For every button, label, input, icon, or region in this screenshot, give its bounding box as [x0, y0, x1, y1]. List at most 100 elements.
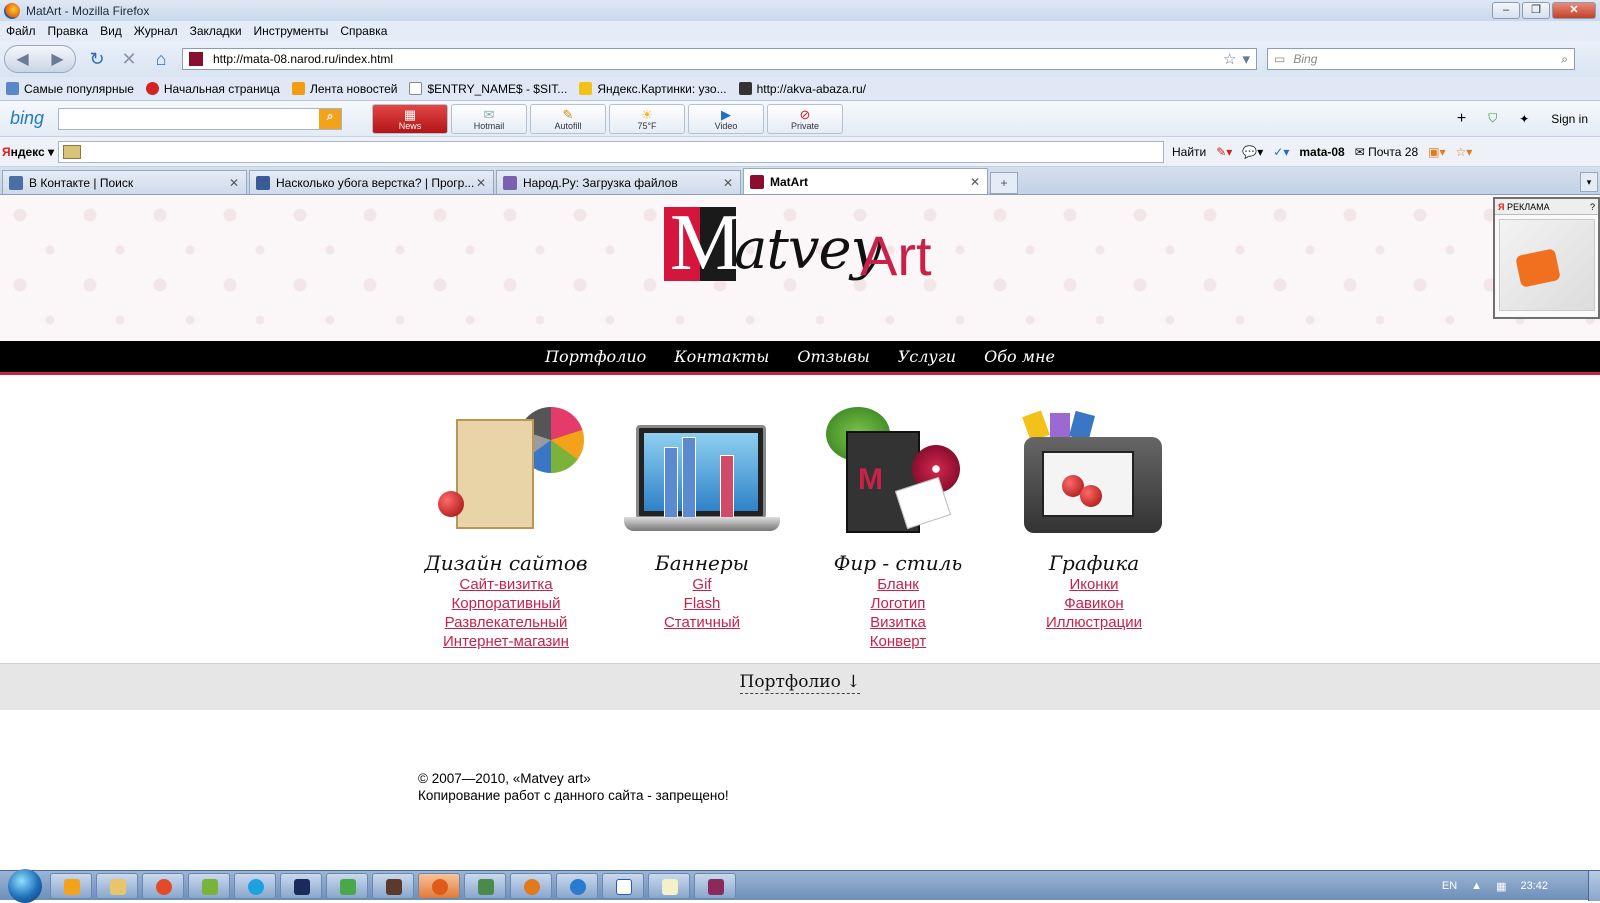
service-link[interactable]: Иконки: [996, 575, 1192, 594]
taskbar-app[interactable]: [372, 872, 414, 899]
nav-reviews[interactable]: Отзывы: [797, 347, 869, 366]
taskbar-media-player[interactable]: [50, 872, 92, 899]
close-tab-icon[interactable]: ✕: [969, 175, 981, 189]
url-text[interactable]: http://mata-08.narod.ru/index.html: [213, 52, 1223, 66]
matveyart-logo[interactable]: M atvey Art: [664, 203, 944, 337]
spellcheck-icon[interactable]: ✓▾: [1273, 145, 1289, 159]
close-window-button[interactable]: ✕: [1552, 2, 1596, 19]
taskbar-skype[interactable]: [234, 872, 276, 899]
taskbar-chrome[interactable]: [142, 872, 184, 899]
wrench-icon[interactable]: ✦: [1519, 112, 1529, 126]
taskbar-firefox[interactable]: [510, 872, 552, 899]
add-button[interactable]: +: [1457, 110, 1466, 128]
address-bar[interactable]: http://mata-08.narod.ru/index.html ☆ ▾: [182, 48, 1257, 70]
service-link[interactable]: Иллюстрации: [996, 613, 1192, 632]
bing-hotmail-button[interactable]: ✉ Hotmail: [451, 103, 527, 134]
taskbar-app[interactable]: [418, 872, 460, 899]
search-icon[interactable]: ⌕: [1561, 52, 1568, 67]
service-link[interactable]: Визитка: [800, 613, 996, 632]
tab-matart[interactable]: MatArt ✕: [743, 168, 988, 194]
yandex-find-button[interactable]: Найти: [1172, 145, 1206, 159]
taskbar-app[interactable]: [464, 872, 506, 899]
tab-vkontakte[interactable]: В Контакте | Поиск ✕: [2, 170, 247, 194]
language-indicator[interactable]: EN: [1442, 880, 1457, 892]
service-link[interactable]: Gif: [604, 575, 800, 594]
bookmark-item[interactable]: Начальная страница: [145, 82, 280, 96]
show-desktop-button[interactable]: [1588, 871, 1600, 901]
service-link[interactable]: Сайт-визитка: [408, 575, 604, 594]
search-engine-icon[interactable]: ▭: [1274, 52, 1285, 66]
yandex-ad-block[interactable]: Я РЕКЛАМА ?: [1493, 197, 1600, 319]
tab-list-button[interactable]: ▾: [1580, 172, 1598, 192]
taskbar-explorer[interactable]: [96, 872, 138, 899]
menu-bookmarks[interactable]: Закладки: [190, 24, 242, 38]
taskbar-app[interactable]: [188, 872, 230, 899]
search-input[interactable]: ▭ Bing ⌕: [1267, 48, 1575, 70]
bing-news-button[interactable]: ▦ News: [372, 103, 448, 134]
back-forward-buttons[interactable]: ◀ ▶: [4, 45, 76, 73]
menu-tools[interactable]: Инструменты: [254, 24, 329, 38]
new-tab-button[interactable]: +: [990, 172, 1018, 194]
maximize-button[interactable]: ❐: [1522, 2, 1550, 19]
taskbar-winrar[interactable]: [694, 872, 736, 899]
tray-arrow-icon[interactable]: ▲: [1471, 880, 1482, 892]
taskbar-photoshop[interactable]: [280, 872, 322, 899]
bookmark-item[interactable]: http://akva-abaza.ru/: [738, 82, 866, 96]
bag-icon[interactable]: ▣▾: [1428, 145, 1445, 159]
close-tab-icon[interactable]: ✕: [228, 176, 240, 190]
yandex-user[interactable]: mata-08: [1299, 145, 1344, 159]
bing-weather-button[interactable]: ☀ 75°F: [609, 103, 685, 134]
back-arrow-icon[interactable]: ◀: [16, 49, 28, 69]
taskbar-notepad[interactable]: [648, 872, 690, 899]
tab-narod[interactable]: Народ.Ру: Загрузка файлов ✕: [496, 170, 741, 194]
service-link[interactable]: Конверт: [800, 632, 996, 651]
service-link[interactable]: Фавикон: [996, 594, 1192, 613]
shield-icon[interactable]: ⛉: [1488, 111, 1497, 126]
ad-help-icon[interactable]: ?: [1590, 202, 1595, 212]
service-link[interactable]: Логотип: [800, 594, 996, 613]
taskbar-messenger[interactable]: [326, 872, 368, 899]
start-button[interactable]: [6, 868, 46, 903]
forward-arrow-icon[interactable]: ▶: [51, 49, 63, 69]
nav-portfolio[interactable]: Портфолио: [545, 347, 646, 366]
portfolio-toggle[interactable]: Портфолио ↓: [739, 672, 861, 694]
bookmark-item[interactable]: Самые популярные: [6, 82, 134, 96]
home-icon[interactable]: ⌂: [150, 48, 172, 70]
service-link[interactable]: Развлекательный: [408, 613, 604, 632]
speech-bubble-icon[interactable]: 💬▾: [1242, 145, 1263, 159]
menu-help[interactable]: Справка: [340, 24, 387, 38]
favorites-star-icon[interactable]: ☆▾: [1456, 145, 1473, 159]
bookmark-star-icon[interactable]: ☆: [1223, 50, 1236, 68]
yandex-logo[interactable]: Яндекс ▾: [2, 145, 58, 159]
nav-services[interactable]: Услуги: [898, 347, 956, 366]
yandex-search-input[interactable]: [58, 140, 1164, 163]
menu-file[interactable]: Файл: [6, 24, 36, 38]
sign-in-link[interactable]: Sign in: [1551, 112, 1588, 126]
menu-edit[interactable]: Правка: [48, 24, 89, 38]
tab-forum[interactable]: Насколько убога верстка? | Прогр... ✕: [249, 170, 494, 194]
taskbar-word[interactable]: [602, 872, 644, 899]
ad-image[interactable]: [1498, 219, 1595, 311]
service-link[interactable]: Корпоративный: [408, 594, 604, 613]
close-tab-icon[interactable]: ✕: [722, 176, 734, 190]
reload-icon[interactable]: ↻: [86, 48, 108, 70]
service-link[interactable]: Бланк: [800, 575, 996, 594]
bookmark-item[interactable]: Лента новостей: [291, 82, 397, 96]
minimize-button[interactable]: –: [1492, 2, 1520, 19]
yandex-mail[interactable]: ✉ Почта 28: [1355, 145, 1418, 159]
bing-private-button[interactable]: ⊘ Private: [767, 103, 843, 134]
service-link[interactable]: Интернет-магазин: [408, 632, 604, 651]
bookmark-item[interactable]: Яндекс.Картинки: узо...: [579, 82, 727, 96]
network-icon[interactable]: ▦: [1496, 880, 1506, 893]
menu-view[interactable]: Вид: [100, 24, 122, 38]
bing-video-button[interactable]: ▶ Video: [688, 103, 764, 134]
menu-history[interactable]: Журнал: [134, 24, 178, 38]
translate-icon[interactable]: ✎▾: [1216, 145, 1232, 159]
service-link[interactable]: Flash: [604, 594, 800, 613]
nav-contacts[interactable]: Контакты: [674, 347, 769, 366]
stop-icon[interactable]: ✕: [118, 48, 140, 70]
url-dropdown-icon[interactable]: ▾: [1242, 50, 1250, 68]
bookmark-item[interactable]: $ENTRY_NAME$ - $SIT...: [409, 82, 567, 96]
service-link[interactable]: Статичный: [604, 613, 800, 632]
bing-autofill-button[interactable]: ✎ Autofill: [530, 103, 606, 134]
